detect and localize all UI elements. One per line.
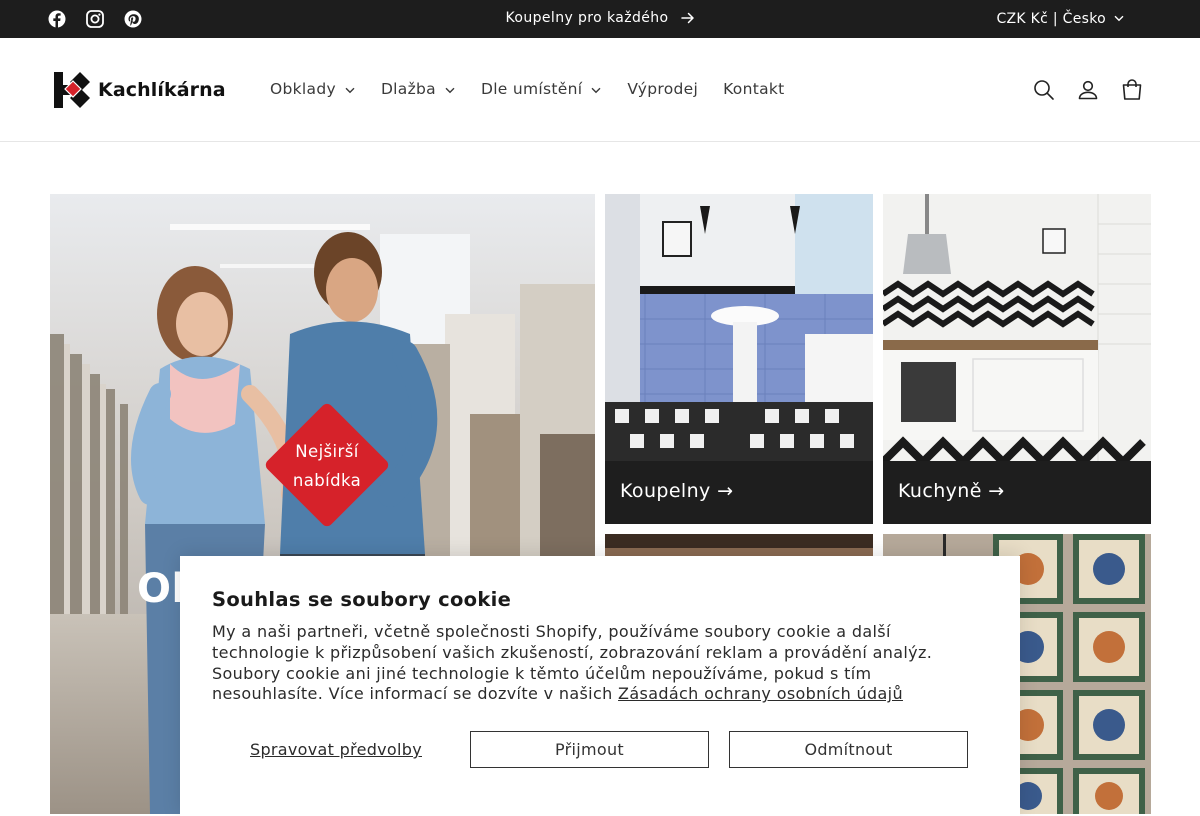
site-header: Kachlíkárna Obklady Dlažba Dle umístění … [0, 38, 1200, 142]
nav-item-kontakt[interactable]: Kontakt [723, 80, 784, 98]
arrow-right-icon [680, 12, 695, 28]
chevron-down-icon [591, 80, 601, 98]
tile-kuchyne[interactable]: Kuchyně → [883, 194, 1151, 524]
logo-text: Kachlíkárna [98, 79, 226, 101]
nav-item-vyprodej[interactable]: Výprodej [627, 80, 698, 98]
accept-cookies-button[interactable]: Přijmout [470, 731, 709, 768]
cookie-title: Souhlas se soubory cookie [212, 588, 512, 611]
logo-mark-icon [54, 72, 90, 108]
badge-text: Nejširší nabídka [262, 437, 392, 495]
nav-item-dlazba[interactable]: Dlažba [381, 80, 455, 98]
privacy-policy-link[interactable]: Zásadách ochrany osobních údajů [618, 684, 903, 703]
chevron-down-icon [445, 80, 455, 98]
nav-label: Dlažba [380, 80, 436, 98]
main-nav: Obklady Dlažba Dle umístění Výprodej Kon… [270, 80, 785, 98]
cookie-consent-dialog: Souhlas se soubory cookie My a naši part… [180, 556, 1020, 816]
account-icon[interactable] [1076, 78, 1100, 102]
nav-item-obklady[interactable]: Obklady [270, 80, 355, 98]
manage-preferences-link[interactable]: Spravovat předvolby [250, 740, 422, 759]
nav-label: Výprodej [627, 80, 699, 98]
decline-cookies-button[interactable]: Odmítnout [729, 731, 968, 768]
logo[interactable]: Kachlíkárna [54, 72, 226, 108]
badge-line-2: nabídka [292, 471, 362, 490]
tile-koupelny[interactable]: Koupelny → [605, 194, 873, 524]
nav-label: Kontakt [723, 80, 785, 98]
cookie-text: My a naši partneři, včetně společnosti S… [212, 622, 972, 705]
announcement-bar: Koupelny pro každého CZK Kč | Česko [0, 0, 1200, 38]
tile-caption-kuchyne: Kuchyně → [883, 461, 1151, 524]
chevron-down-icon [345, 80, 355, 98]
search-icon[interactable] [1032, 78, 1056, 102]
badge-line-1: Nejširší [295, 442, 359, 461]
bathroom-image [605, 194, 873, 462]
nav-label: Obklady [270, 80, 336, 98]
nav-item-dle-umisteni[interactable]: Dle umístění [481, 80, 601, 98]
nav-label: Dle umístění [480, 80, 583, 98]
cart-icon[interactable] [1120, 78, 1144, 102]
badge-nejsirsi-nabidka: Nejširší nabídka [262, 400, 392, 530]
locale-label: CZK Kč | Česko [996, 11, 1106, 27]
currency-country-selector[interactable]: CZK Kč | Česko [996, 10, 1124, 27]
chevron-down-icon [1114, 10, 1124, 26]
tile-caption-koupelny: Koupelny → [605, 461, 873, 524]
kitchen-image [883, 194, 1151, 468]
announcement-text: Koupelny pro každého [505, 10, 669, 26]
